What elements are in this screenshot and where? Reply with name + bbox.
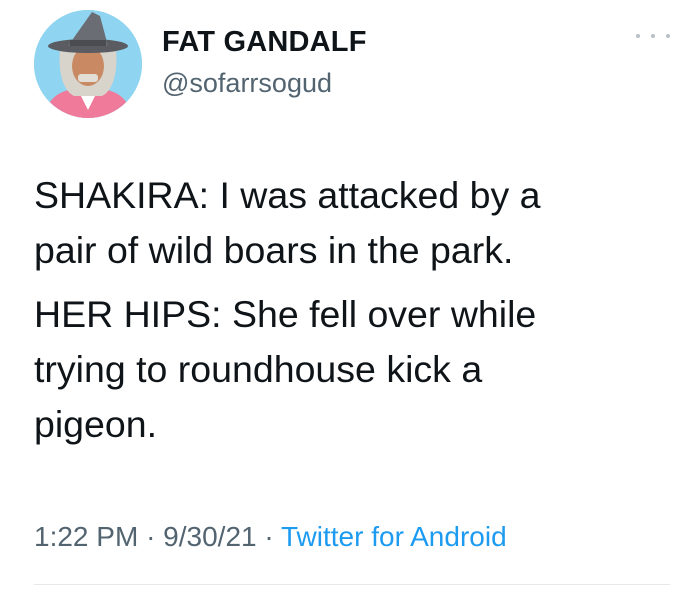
tweet-paragraph: HER HIPS: She fell over while trying to … [34,293,537,445]
more-dot [666,34,670,38]
avatar-image [34,10,142,118]
tweet-card: FAT GANDALF @sofarrsogud SHAKIRA: I was … [0,0,700,592]
author-display-name[interactable]: FAT GANDALF [162,26,367,59]
tweet-paragraph: SHAKIRA: I was attacked by a pair of wil… [34,174,541,271]
tweet-source-link[interactable]: Twitter for Android [281,521,507,552]
author-handle[interactable]: @sofarrsogud [162,68,332,99]
tweet-time[interactable]: 1:22 PM [34,521,138,552]
tweet-metadata: 1:22 PM · 9/30/21 · Twitter for Android [34,521,507,553]
avatar[interactable] [34,10,142,118]
more-dot [651,34,655,38]
meta-separator: · [264,521,274,552]
meta-separator: · [146,521,156,552]
tweet-text: SHAKIRA: I was attacked by a pair of wil… [34,168,674,452]
tweet-date[interactable]: 9/30/21 [163,521,256,552]
divider [34,584,670,585]
more-dot [636,34,640,38]
more-options-icon[interactable] [636,26,670,46]
